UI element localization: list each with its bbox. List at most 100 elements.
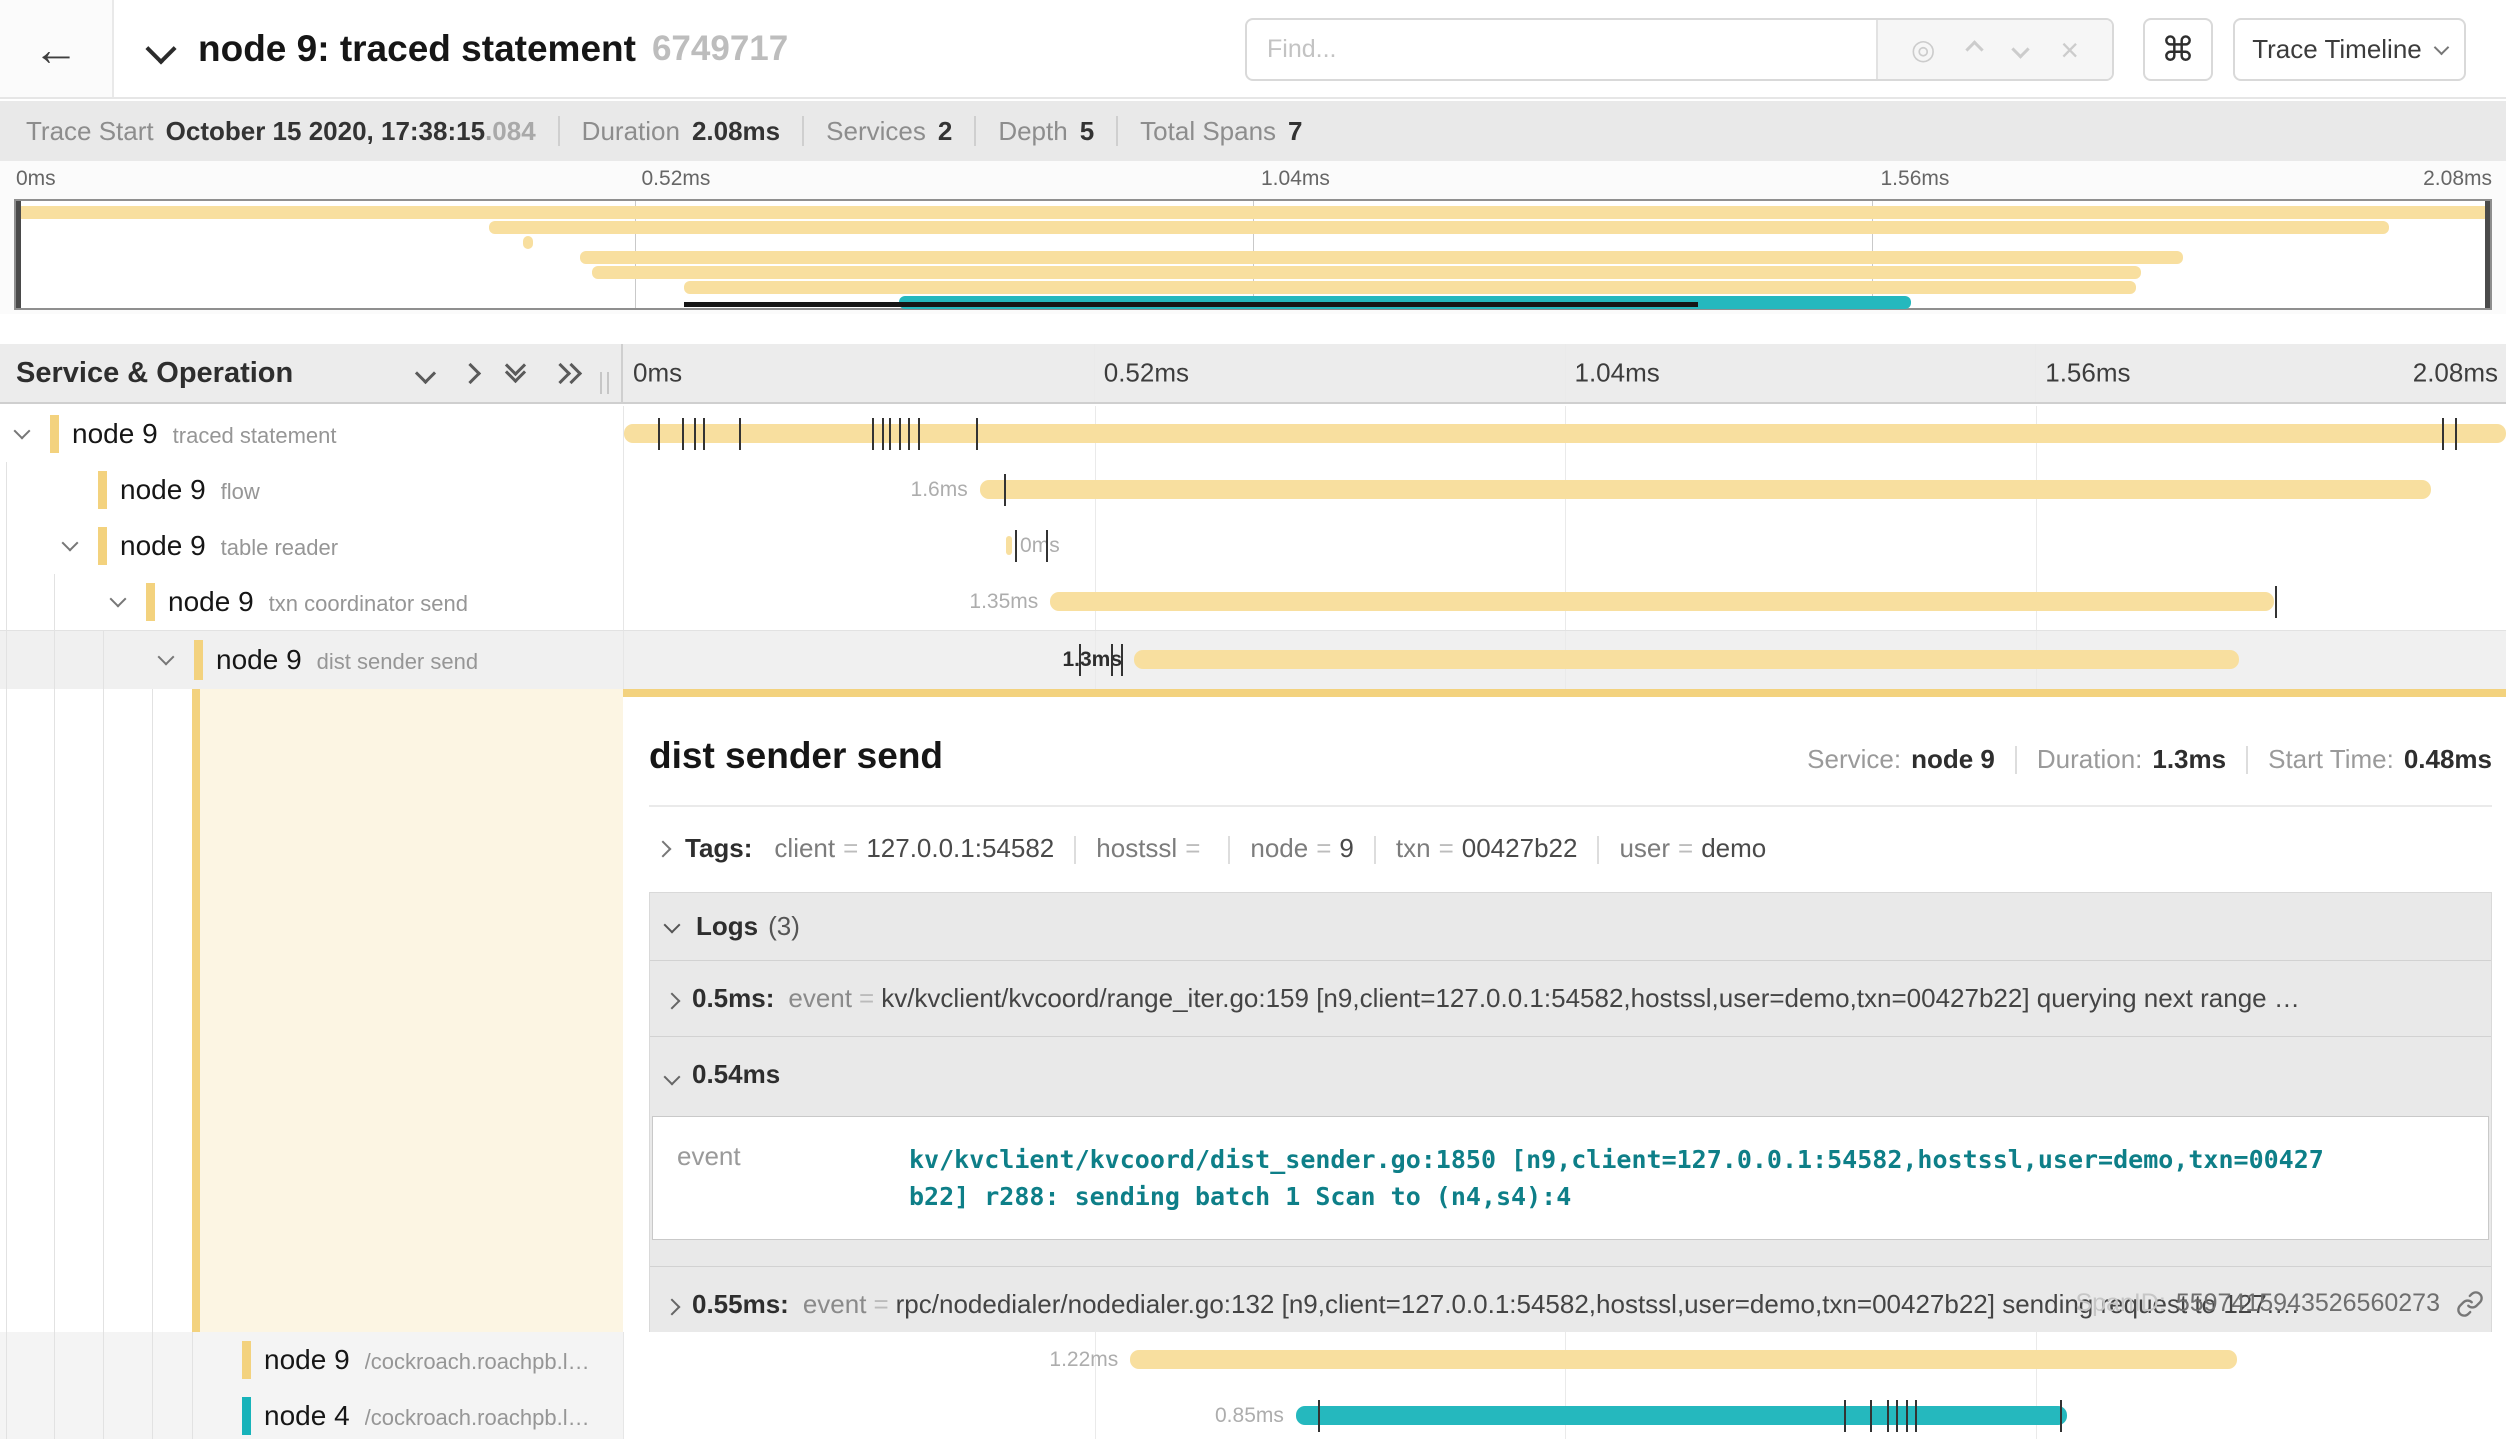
indent-guide: [152, 1388, 153, 1439]
log-equals: =: [859, 983, 874, 1013]
span-name-group[interactable]: node 9txn coordinator send: [168, 586, 468, 618]
span-row[interactable]: node 9txn coordinator send1.35ms: [0, 574, 2506, 630]
tag-equals: =: [843, 833, 858, 863]
span-name-group[interactable]: node 9dist sender send: [216, 644, 478, 676]
span-name-group[interactable]: node 9flow: [120, 474, 260, 506]
indent-guide: [54, 574, 55, 630]
page-title: node 9: traced statement: [198, 28, 636, 70]
log-marker-tick: [658, 418, 660, 450]
span-name-group[interactable]: node 9traced statement: [72, 418, 337, 450]
minimap-tick-label: 0ms: [16, 167, 56, 191]
logs-header[interactable]: Logs (3): [650, 893, 2491, 960]
indent-guide: [6, 631, 7, 689]
expand-log-icon[interactable]: [664, 1299, 681, 1316]
indent-guide: [6, 1388, 7, 1439]
expand-log-icon[interactable]: [664, 993, 681, 1010]
span-row[interactable]: node 9dist sender send1.3ms: [0, 630, 2506, 689]
find-input[interactable]: [1247, 20, 1876, 79]
span-detail-panel: dist sender send Service: node 9 Duratio…: [623, 689, 2506, 1332]
indent-guide: [6, 689, 7, 1332]
tree-chevron-icon[interactable]: [14, 423, 31, 440]
view-selector-button[interactable]: Trace Timeline: [2233, 18, 2466, 81]
back-button[interactable]: ←: [0, 0, 114, 97]
tag-value: 9: [1339, 833, 1353, 863]
log-marker-tick: [694, 418, 696, 450]
column-resize-handle[interactable]: [600, 372, 609, 394]
expand-all-icon[interactable]: [553, 366, 579, 381]
minimap-span-bar: [16, 206, 2490, 219]
span-bar[interactable]: [1130, 1350, 2237, 1369]
divider: [558, 116, 560, 146]
span-bar[interactable]: [1296, 1406, 2068, 1425]
log-timestamp: 0.54ms: [692, 1059, 780, 1089]
span-bar[interactable]: [624, 424, 2506, 443]
log-marker-tick: [872, 418, 874, 450]
span-row[interactable]: node 9/cockroach.roachpb.l…1.22ms: [0, 1332, 2506, 1388]
span-bar[interactable]: [1006, 536, 1012, 555]
tree-chevron-icon[interactable]: [158, 649, 175, 666]
service-label: Service:: [1807, 744, 1901, 775]
divider: [1228, 836, 1230, 864]
expand-one-icon[interactable]: [463, 366, 478, 381]
log-marker-tick: [918, 418, 920, 450]
span-bar[interactable]: [1050, 592, 2273, 611]
span-row[interactable]: node 9traced statement: [0, 406, 2506, 462]
minimap-right-scrubber[interactable]: [2485, 201, 2490, 308]
tag-key: node: [1250, 833, 1308, 863]
prev-result-icon[interactable]: [1966, 40, 1984, 58]
minimap-view-bar[interactable]: [684, 302, 1698, 307]
span-detail-indent: [0, 689, 623, 1332]
depth-value: 5: [1080, 116, 1094, 147]
minimap-canvas[interactable]: [14, 199, 2492, 310]
log-entry[interactable]: 0.54ms: [650, 1036, 2491, 1112]
tag-key: txn: [1396, 833, 1431, 863]
span-name-group[interactable]: node 4/cockroach.roachpb.l…: [264, 1400, 590, 1432]
duration-label: Duration: [582, 116, 680, 147]
operation-name: flow: [221, 479, 260, 505]
log-marker-tick: [1844, 1400, 1846, 1432]
next-result-icon[interactable]: [2012, 40, 2030, 58]
collapse-logs-icon[interactable]: [664, 916, 681, 933]
span-rows: node 9traced statementnode 9flow1.6msnod…: [0, 406, 2506, 1439]
indent-guide: [6, 518, 7, 574]
minimap-left-scrubber[interactable]: [16, 201, 21, 308]
minimap-span-bar: [523, 236, 533, 249]
log-marker-tick: [1015, 530, 1017, 562]
span-bar[interactable]: [980, 480, 2431, 499]
tree-chevron-icon[interactable]: [110, 591, 127, 608]
deep-link-icon[interactable]: [2456, 1290, 2484, 1318]
span-timeline-cell: 0.85ms: [623, 1388, 2506, 1439]
span-row[interactable]: node 9table reader0ms: [0, 518, 2506, 574]
indent-guide: [152, 1332, 153, 1388]
logs-title: Logs: [696, 911, 758, 942]
expand-tags-icon[interactable]: [655, 840, 672, 857]
service-color-bar: [194, 640, 203, 680]
timeline-gridline: [1095, 1388, 1096, 1439]
span-bar[interactable]: [1134, 650, 2239, 669]
span-id-row: SpanID: 5597415943526560273: [2075, 1289, 2484, 1318]
tags-row[interactable]: Tags: client=127.0.0.1:54582hostssl=node…: [649, 833, 2492, 864]
collapse-log-icon[interactable]: [664, 1069, 681, 1086]
span-name-group[interactable]: node 9table reader: [120, 530, 338, 562]
service-color-bar: [242, 1397, 251, 1435]
span-name-group[interactable]: node 9/cockroach.roachpb.l…: [264, 1344, 590, 1376]
indent-guide: [103, 689, 104, 1332]
span-tree-cell: node 9/cockroach.roachpb.l…: [0, 1332, 623, 1388]
services-label: Services: [826, 116, 926, 147]
selected-span-highlight: [200, 689, 623, 1332]
collapse-trace-icon[interactable]: [145, 33, 176, 64]
keyboard-shortcuts-button[interactable]: ⌘: [2143, 18, 2213, 81]
clear-search-icon[interactable]: ×: [2060, 34, 2079, 66]
locate-icon[interactable]: ◎: [1911, 36, 1935, 64]
tags-list: client=127.0.0.1:54582hostssl=node=9txn=…: [774, 833, 1766, 864]
indent-guide: [54, 631, 55, 689]
log-marker-tick: [1046, 530, 1048, 562]
tree-chevron-icon[interactable]: [62, 535, 79, 552]
span-row[interactable]: node 4/cockroach.roachpb.l… 0.85ms: [0, 1388, 2506, 1439]
log-entry[interactable]: 0.5ms:event=kv/kvclient/kvcoord/range_it…: [650, 960, 2491, 1036]
span-row[interactable]: node 9flow1.6ms: [0, 462, 2506, 518]
log-marker-tick: [1079, 644, 1081, 676]
collapse-all-icon[interactable]: [508, 366, 523, 380]
collapse-one-icon[interactable]: [418, 366, 433, 381]
indent-guide: [54, 1388, 55, 1439]
